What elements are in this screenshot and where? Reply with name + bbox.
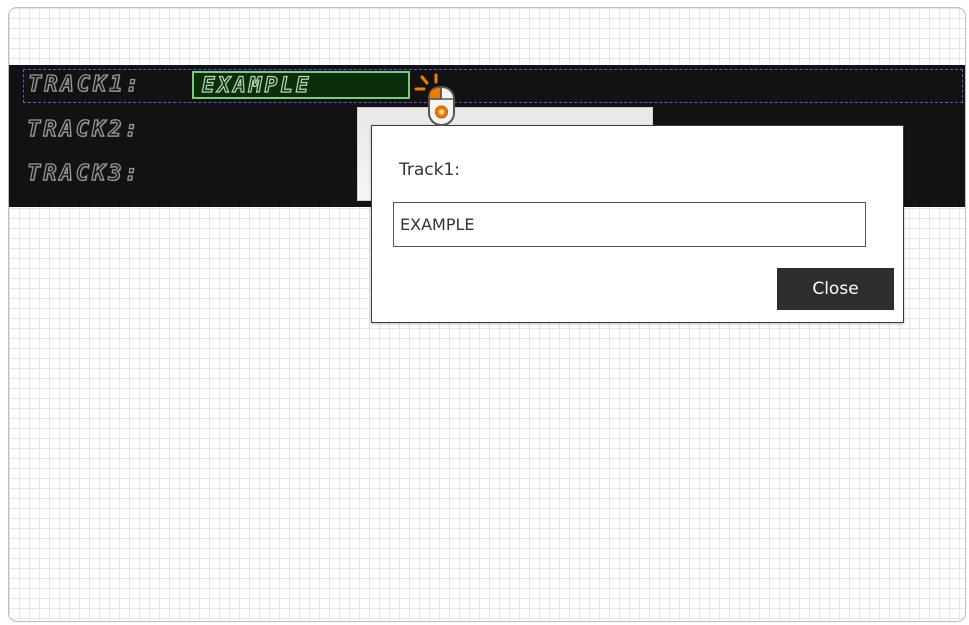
track-value-input[interactable] bbox=[393, 202, 866, 247]
close-button[interactable]: Close bbox=[777, 268, 894, 310]
track1-label: TRACK1: bbox=[27, 71, 142, 97]
mouse-left-click-icon bbox=[414, 73, 455, 126]
track-edit-dialog: Track1: Close bbox=[371, 125, 904, 323]
track3-label: TRACK3: bbox=[26, 160, 141, 186]
track1-value[interactable]: EXAMPLE bbox=[192, 71, 410, 99]
track2-label: TRACK2: bbox=[26, 116, 141, 142]
canvas-frame: TRACK1: EXAMPLE TRACK2: TRACK3: Track1: … bbox=[8, 7, 966, 622]
track1-row[interactable]: TRACK1: EXAMPLE bbox=[23, 69, 963, 103]
dialog-title: Track1: bbox=[399, 160, 461, 180]
